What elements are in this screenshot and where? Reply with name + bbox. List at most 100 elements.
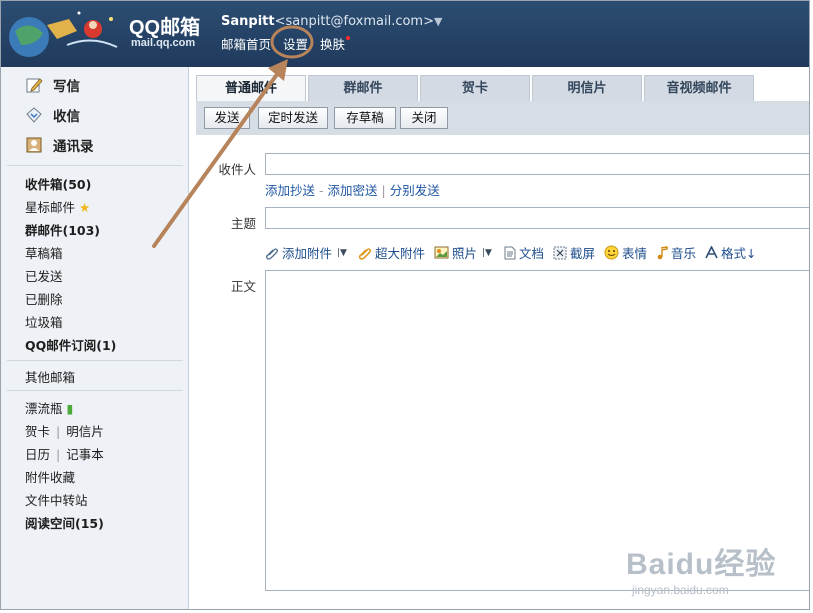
watermark-url: jingyan.baidu.com (632, 583, 729, 597)
music-button[interactable]: 音乐 (656, 243, 696, 262)
star-icon: ★ (79, 200, 91, 215)
watermark-brand: Baidu经验 (626, 548, 777, 581)
separate-send-link[interactable]: 分别发送 (390, 183, 440, 198)
sidebar-contacts[interactable]: 通讯录 (25, 135, 94, 155)
to-label: 收件人 (218, 162, 256, 177)
music-label: 音乐 (671, 246, 697, 261)
sidebar-item-drafts[interactable]: 草稿箱 (25, 243, 63, 262)
screenshot-label: 截屏 (570, 246, 596, 261)
sidebar-write-mail[interactable]: 写信 (25, 75, 80, 95)
sidebar-receive-label: 收信 (53, 109, 80, 125)
sidebar-item-group-mail[interactable]: 群邮件(103) (25, 220, 100, 239)
attachment-toolbar: 添加附件 |▼ 超大附件 照片 |▼ 文档 截屏 表情 音乐 格式↓ (265, 243, 766, 262)
sidebar-divider (7, 390, 183, 391)
sidebar: 写信 收信 通讯录 收件箱(50) 星标邮件 ★ 群邮件(103) 草稿箱 已发… (1, 67, 189, 609)
large-attachment-label: 超大附件 (374, 246, 425, 261)
photo-button[interactable]: 照片 |▼ (434, 243, 494, 262)
compose-form: 收件人 添加抄送 - 添加密送 | 分别发送 主题 添加附件 |▼ 超大附件 照片 |▼ 文… (196, 135, 809, 609)
font-format-icon (705, 246, 718, 259)
tab-normal-mail[interactable]: 普通邮件 (196, 75, 306, 101)
emoticon-button[interactable]: 表情 (604, 243, 647, 262)
sidebar-item-sent[interactable]: 已发送 (25, 266, 63, 285)
nav-home-link[interactable]: 邮箱首页 (221, 37, 271, 52)
receive-mail-icon (26, 107, 42, 123)
photo-icon (434, 246, 449, 259)
baidu-watermark: Baidu经验 jingyan.baidu.com (626, 539, 776, 597)
compose-tabs: 普通邮件 群邮件 贺卡 明信片 音视频邮件 (196, 75, 809, 101)
add-attachment-label: 添加附件 (282, 246, 333, 261)
bottle-icon: ▮ (66, 401, 74, 416)
logo-title: QQ邮箱 (129, 17, 201, 39)
sidebar-item-other-mailboxes[interactable]: 其他邮箱 (25, 367, 75, 386)
sidebar-item-calendar-notes: 日历 | 记事本 (25, 447, 104, 462)
sidebar-item-inbox[interactable]: 收件箱(50) (25, 174, 91, 193)
large-attachment-button[interactable]: 超大附件 (358, 243, 425, 262)
tab-av-mail[interactable]: 音视频邮件 (644, 75, 754, 101)
timed-send-button[interactable]: 定时发送 (258, 107, 328, 129)
chevron-down-icon[interactable]: |▼ (482, 248, 492, 258)
sidebar-contacts-label: 通讯录 (53, 139, 94, 155)
chevron-down-icon[interactable]: ▼ (434, 15, 442, 28)
sidebar-item-card-postcard: 贺卡 | 明信片 (25, 424, 104, 439)
document-button[interactable]: 文档 (503, 243, 544, 262)
sidebar-item-reading-space[interactable]: 阅读空间(15) (25, 513, 104, 532)
new-badge-dot (346, 36, 350, 40)
qq-mail-window: QQ邮箱 mail.qq.com Sanpitt<sanpitt@foxmail… (0, 0, 810, 610)
screenshot-button[interactable]: 截屏 (553, 243, 595, 262)
scissors-icon (553, 246, 567, 259)
account-switcher[interactable]: Sanpitt<sanpitt@foxmail.com>▼ (221, 14, 442, 29)
to-input[interactable] (265, 153, 809, 175)
format-button[interactable]: 格式↓ (705, 243, 757, 262)
save-draft-button[interactable]: 存草稿 (334, 107, 396, 129)
chevron-down-icon[interactable]: |▼ (337, 248, 347, 258)
paperclip-icon (266, 247, 278, 260)
document-label: 文档 (518, 246, 544, 261)
format-label: 格式↓ (721, 246, 757, 261)
drift-bottle-label: 漂流瓶 (25, 401, 63, 416)
emoticon-label: 表情 (622, 246, 648, 261)
subject-input[interactable] (265, 207, 809, 229)
music-note-icon (657, 245, 668, 259)
top-header: QQ邮箱 mail.qq.com Sanpitt<sanpitt@foxmail… (1, 1, 809, 67)
sidebar-item-file-transfer[interactable]: 文件中转站 (25, 490, 88, 509)
subject-label: 主题 (230, 216, 256, 231)
sidebar-item-card[interactable]: 贺卡 (25, 424, 50, 439)
tab-card[interactable]: 贺卡 (420, 75, 530, 101)
account-name: Sanpitt (221, 14, 275, 29)
sidebar-starred-label: 星标邮件 (25, 200, 76, 215)
add-cc-link[interactable]: 添加抄送 (265, 183, 315, 198)
document-icon (504, 246, 516, 259)
sidebar-item-attachment-collection[interactable]: 附件收藏 (25, 467, 75, 486)
sidebar-item-notebook[interactable]: 记事本 (66, 447, 104, 462)
sidebar-divider (7, 165, 183, 166)
send-button[interactable]: 发送 (204, 107, 250, 129)
tab-group-mail[interactable]: 群邮件 (308, 75, 418, 101)
nav-settings-link[interactable]: 设置 (283, 37, 308, 52)
sidebar-item-starred[interactable]: 星标邮件 ★ (25, 197, 90, 216)
sidebar-item-deleted[interactable]: 已删除 (25, 289, 63, 308)
nav-skin-link[interactable]: 换肤 (320, 37, 345, 52)
add-attachment-button[interactable]: 添加附件 |▼ (265, 243, 349, 262)
add-bcc-link[interactable]: 添加密送 (328, 183, 378, 198)
account-email: <sanpitt@foxmail.com> (274, 14, 434, 29)
recipient-options: 添加抄送 - 添加密送 | 分别发送 (265, 183, 440, 198)
logo-domain: mail.qq.com (131, 37, 196, 49)
body-label: 正文 (230, 279, 256, 294)
sidebar-item-postcard[interactable]: 明信片 (66, 424, 104, 439)
compose-toolbar: 发送 定时发送 存草稿 关闭 (196, 101, 809, 135)
sidebar-item-subscriptions[interactable]: QQ邮件订阅(1) (25, 335, 116, 354)
large-paperclip-icon (358, 247, 372, 260)
sidebar-write-label: 写信 (53, 79, 80, 95)
photo-label: 照片 (452, 246, 478, 261)
smiley-icon (604, 245, 619, 260)
sidebar-receive-mail[interactable]: 收信 (25, 105, 80, 125)
sidebar-item-calendar[interactable]: 日历 (25, 447, 50, 462)
top-nav: 邮箱首页 设置 换肤 (221, 34, 357, 53)
sidebar-item-drift-bottle[interactable]: 漂流瓶 ▮ (25, 398, 73, 417)
pencil-icon (26, 78, 43, 93)
tab-postcard[interactable]: 明信片 (532, 75, 642, 101)
sidebar-divider (7, 360, 183, 361)
qq-mail-logo-icon[interactable] (7, 5, 125, 63)
close-button[interactable]: 关闭 (400, 107, 448, 129)
sidebar-item-spam[interactable]: 垃圾箱 (25, 312, 63, 331)
